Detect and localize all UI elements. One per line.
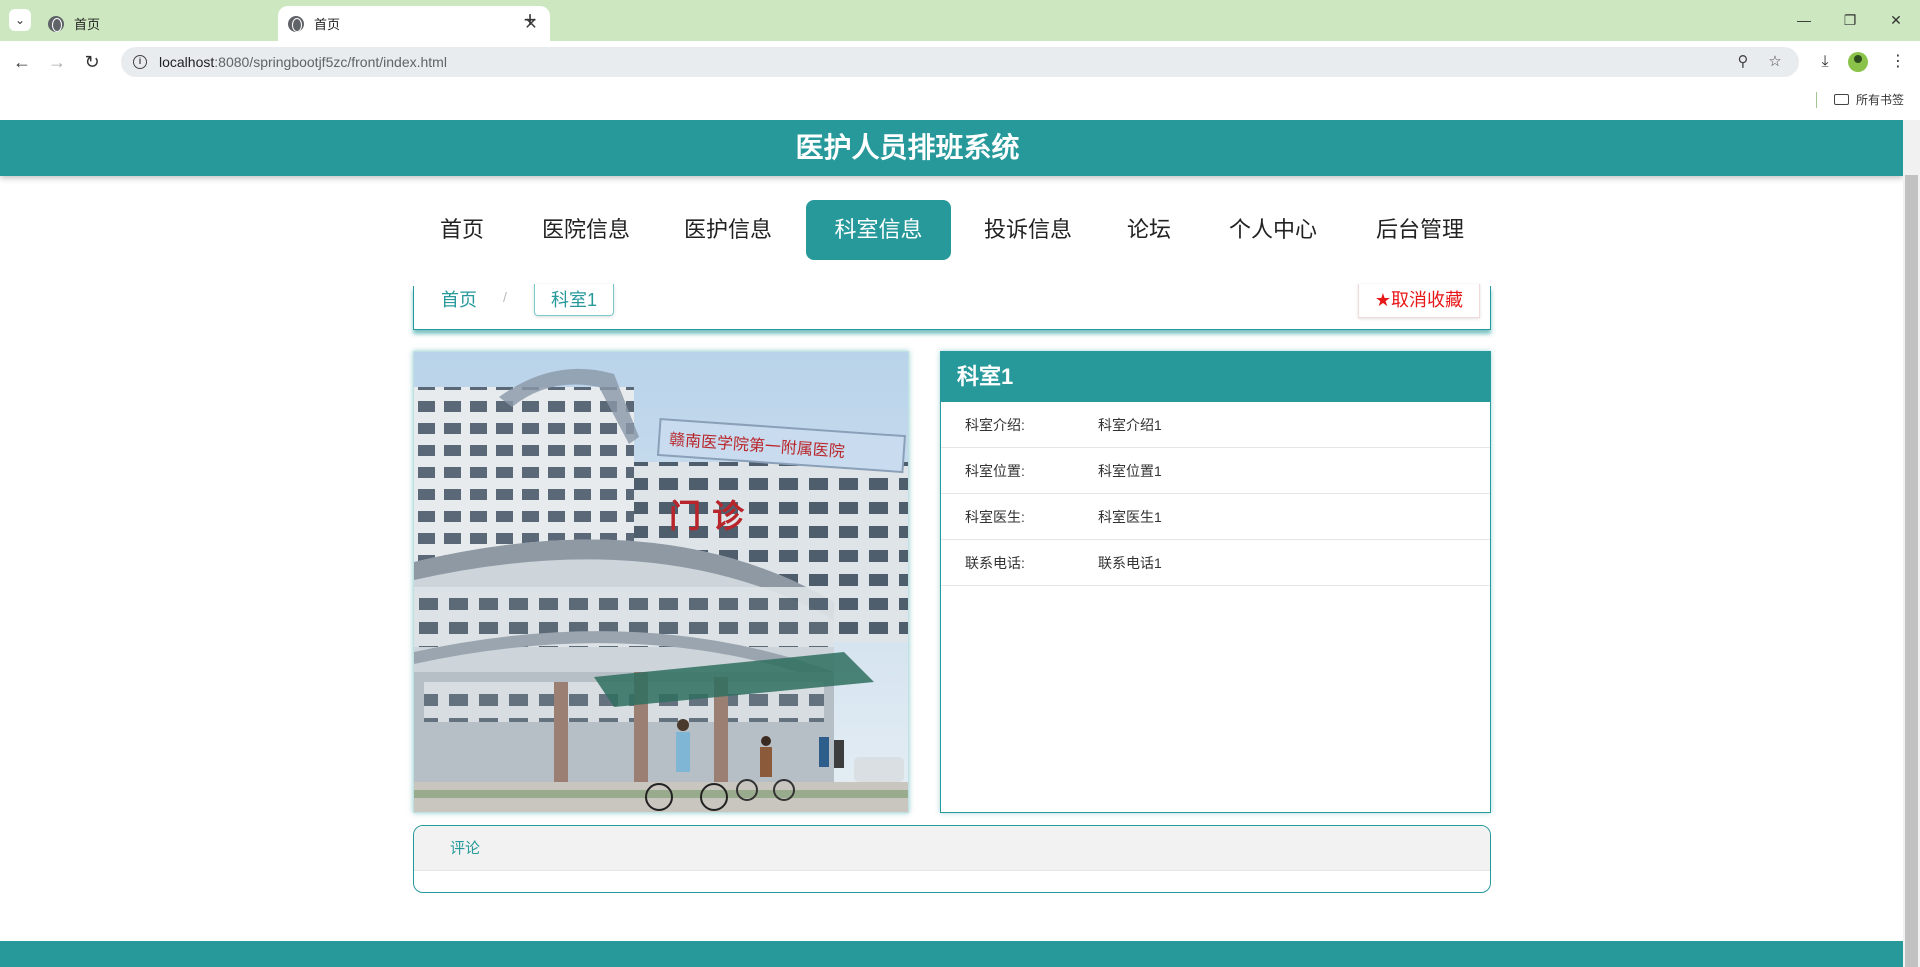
scrollbar-thumb[interactable]	[1905, 175, 1918, 967]
nav-item-department-info[interactable]: 科室信息	[806, 200, 951, 260]
profile-avatar[interactable]	[1848, 52, 1868, 72]
comment-title: 评论	[414, 826, 1490, 871]
info-label: 科室介绍:	[965, 417, 1025, 433]
info-label: 联系电话:	[965, 555, 1025, 571]
breadcrumb-separator: /	[503, 289, 507, 305]
info-row: 科室医生: 科室医生1	[941, 494, 1490, 540]
nav-item-admin[interactable]: 后台管理	[1359, 200, 1481, 260]
unfavorite-button[interactable]: ★取消收藏	[1358, 284, 1480, 318]
nav-item-home[interactable]: 首页	[418, 200, 506, 260]
clinic-door-text: 门 诊	[669, 497, 745, 535]
globe-icon	[288, 15, 304, 32]
window-close-icon[interactable]: ✕	[1876, 8, 1916, 32]
department-name: 科室1	[941, 352, 1490, 402]
zoom-icon[interactable]: ⚲	[1731, 50, 1755, 74]
nav-item-personal-center[interactable]: 个人中心	[1213, 200, 1333, 260]
info-label: 科室位置:	[965, 463, 1025, 479]
tab-title: 首页	[314, 17, 341, 32]
breadcrumb-home-link[interactable]: 首页	[441, 286, 477, 314]
info-value: 科室医生1	[1098, 509, 1162, 525]
nav-item-forum[interactable]: 论坛	[1111, 200, 1187, 260]
back-icon[interactable]: ←	[10, 50, 34, 74]
url-text[interactable]: localhost:8080/springbootjf5zc/front/ind…	[159, 54, 447, 70]
bookmark-star-icon[interactable]: ☆	[1763, 50, 1787, 74]
restore-icon[interactable]: ❐	[1830, 8, 1870, 32]
tab-search-icon[interactable]: ⌄	[9, 9, 31, 31]
all-bookmarks-label: 所有书签	[1856, 93, 1905, 107]
menu-icon[interactable]: ⋮	[1886, 50, 1910, 74]
download-icon[interactable]: ⤓	[1813, 50, 1837, 74]
page-viewport: 医护人员排班系统 首页 医院信息 医护信息 科室信息 投诉信息 论坛 个人中心 …	[0, 120, 1903, 967]
info-value: 联系电话1	[1098, 555, 1162, 571]
comment-section: 评论	[413, 825, 1491, 893]
info-row: 科室介绍: 科室介绍1	[941, 402, 1490, 448]
page-scrollbar[interactable]	[1903, 120, 1920, 967]
reload-icon[interactable]: ↻	[80, 50, 104, 74]
forward-icon[interactable]: →	[45, 50, 69, 74]
minimize-icon[interactable]: —	[1784, 8, 1824, 32]
nav-item-complaint-info[interactable]: 投诉信息	[968, 200, 1088, 260]
tab-title: 首页	[74, 17, 101, 32]
department-photo: 赣南医学院第一附属医院 门 诊	[413, 351, 909, 813]
info-label: 科室医生:	[965, 509, 1025, 525]
site-info-icon[interactable]: i	[133, 55, 147, 69]
department-info-panel: 科室1 科室介绍: 科室介绍1 科室位置: 科室位置1 科室医生: 科室医生1 …	[940, 351, 1491, 813]
browser-tab-2[interactable]: 首页 ✕	[278, 6, 550, 41]
bookmark-separator	[1816, 92, 1817, 108]
info-row: 联系电话: 联系电话1	[941, 540, 1490, 586]
site-title: 医护人员排班系统	[795, 132, 1020, 163]
nav-item-hospital-info[interactable]: 医院信息	[526, 200, 646, 260]
info-row: 科室位置: 科室位置1	[941, 448, 1490, 494]
breadcrumb-current: 科室1	[534, 284, 615, 316]
breadcrumb: 首页 / 科室1 ★取消收藏	[413, 284, 1491, 330]
bookmark-bar: 所有书签	[0, 83, 1920, 119]
nav-item-medical-staff-info[interactable]: 医护信息	[668, 200, 788, 260]
browser-toolbar: ← → ↻ i localhost:8080/springbootjf5zc/f…	[0, 41, 1920, 83]
all-bookmarks-button[interactable]: 所有书签	[1834, 91, 1904, 108]
browser-tab-bar: ⌄ 首页 ✕ 首页 ✕ + — ❐ ✕	[0, 0, 1920, 41]
globe-icon	[48, 15, 64, 32]
site-header: 医护人员排班系统	[0, 120, 1903, 176]
info-value: 科室介绍1	[1098, 417, 1162, 433]
main-nav: 首页 医院信息 医护信息 科室信息 投诉信息 论坛 个人中心 后台管理	[0, 200, 1903, 260]
site-footer	[0, 941, 1903, 967]
browser-tab-1[interactable]: 首页 ✕	[38, 6, 310, 41]
address-bar[interactable]: i localhost:8080/springbootjf5zc/front/i…	[121, 47, 1799, 77]
info-value: 科室位置1	[1098, 463, 1162, 479]
new-tab-icon[interactable]: +	[520, 8, 540, 32]
folder-icon	[1834, 94, 1849, 105]
